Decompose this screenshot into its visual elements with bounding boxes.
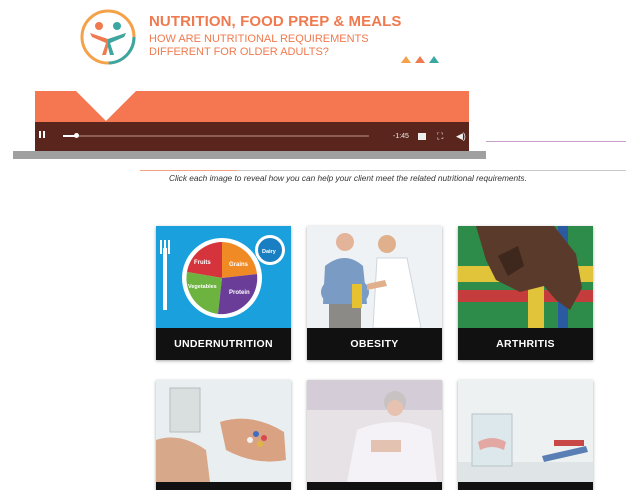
time-remaining: -1:45 (393, 133, 409, 140)
elderly-woman-bed-image (307, 380, 442, 482)
banner-notch (76, 91, 136, 121)
logo-icon (80, 9, 136, 65)
plate-label-dairy: Dairy (262, 249, 277, 255)
seek-bar[interactable] (63, 135, 369, 137)
divider-orange (140, 170, 237, 171)
video-controls: -1:45 ⛶ ◀) (35, 122, 469, 151)
card-label: OBESITY (307, 328, 442, 360)
course-page: NUTRITION, FOOD PREP & MEALS HOW ARE NUT… (0, 0, 633, 490)
card-label: ARTHRITIS (458, 328, 593, 360)
card-arthritis[interactable]: ARTHRITIS (458, 226, 593, 360)
doctor-patient-image (307, 226, 442, 328)
instruction-text: Click each image to reveal how you can h… (169, 173, 527, 183)
myplate-image: Fruits Grains Vegetables Protein Dairy (156, 226, 291, 328)
card-obesity[interactable]: OBESITY (307, 226, 442, 360)
card-undernutrition[interactable]: Fruits Grains Vegetables Protein Dairy U… (156, 226, 291, 360)
player-bottom-bar (13, 151, 486, 159)
fullscreen-icon[interactable]: ⛶ (437, 122, 443, 151)
divider-gray (237, 170, 626, 171)
decorative-triangles-icon (401, 56, 439, 63)
plate-label-fruits: Fruits (194, 260, 211, 266)
card-dentures[interactable] (458, 380, 593, 490)
plate-label-protein: Protein (229, 290, 250, 296)
page-subtitle: HOW ARE NUTRITIONAL REQUIREMENTS DIFFERE… (149, 33, 369, 58)
seek-handle[interactable] (74, 133, 79, 138)
card-medications[interactable] (156, 380, 291, 490)
captions-icon[interactable] (418, 133, 426, 140)
page-title: NUTRITION, FOOD PREP & MEALS (149, 13, 402, 30)
card-elderly-woman[interactable] (307, 380, 442, 490)
card-label: UNDERNUTRITION (156, 328, 291, 360)
elderly-hands-image (458, 226, 593, 328)
card-label (458, 482, 593, 490)
pills-water-image (156, 380, 291, 482)
plate-label-vegetables: Vegetables (188, 284, 217, 290)
divider-purple (486, 141, 626, 142)
volume-icon[interactable]: ◀) (456, 122, 466, 151)
card-label (156, 482, 291, 490)
pause-button[interactable] (39, 131, 47, 141)
plate-label-grains: Grains (229, 262, 249, 268)
dentures-glass-image (458, 380, 593, 482)
card-label (307, 482, 442, 490)
